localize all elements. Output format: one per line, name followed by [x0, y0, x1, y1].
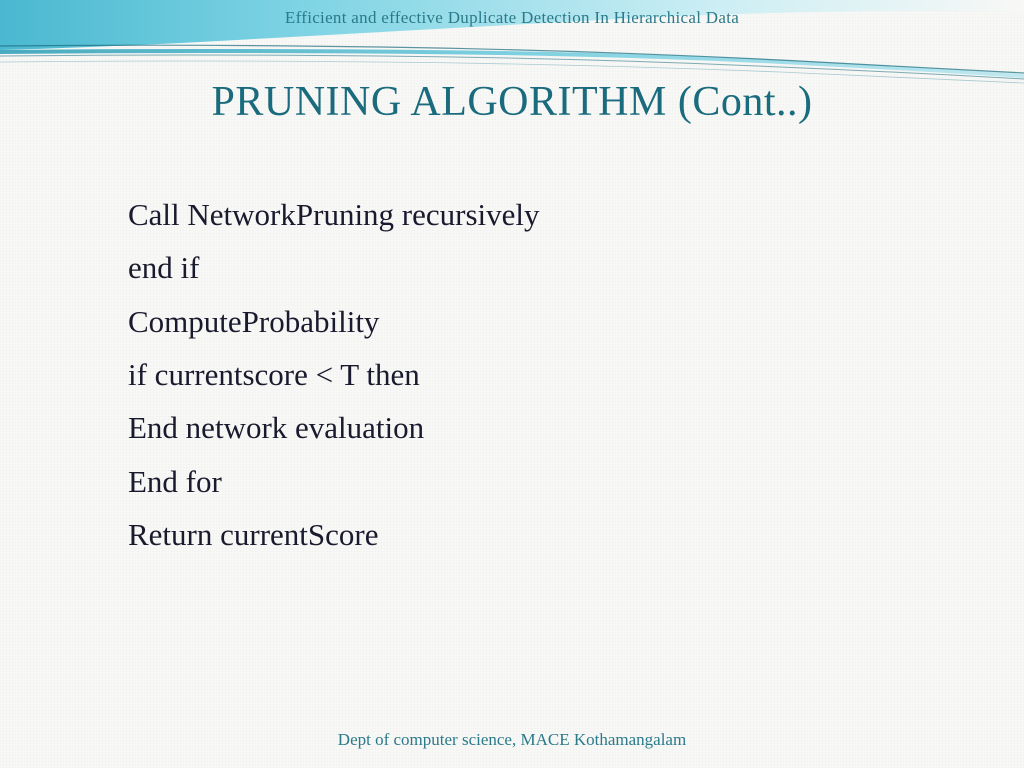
body-line: end if [128, 241, 540, 294]
body-line: ComputeProbability [128, 295, 540, 348]
body-line: if currentscore < T then [128, 348, 540, 401]
body-line: End network evaluation [128, 401, 540, 454]
footer: Dept of computer science, MACE Kothamang… [0, 730, 1024, 750]
body-line: Return currentScore [128, 508, 540, 561]
slide-body: Call NetworkPruning recursively end if C… [128, 188, 540, 561]
body-line: Call NetworkPruning recursively [128, 188, 540, 241]
body-line: End for [128, 455, 540, 508]
running-header: Efficient and effective Duplicate Detect… [0, 8, 1024, 28]
slide-title: PRUNING ALGORITHM (Cont..) [0, 78, 1024, 126]
